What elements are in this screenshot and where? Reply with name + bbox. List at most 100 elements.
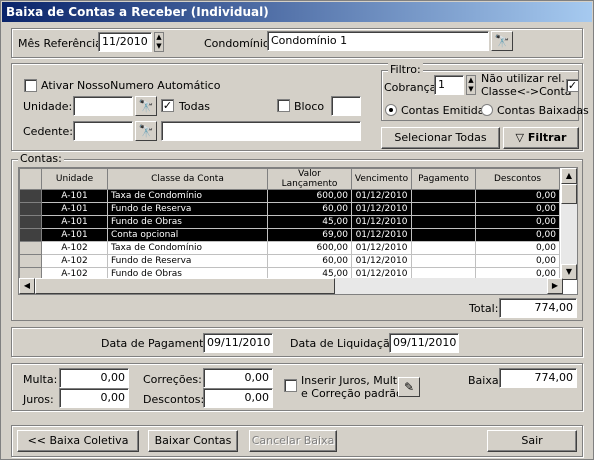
baixa-coletiva-button[interactable]: << Baixa Coletiva [17, 430, 139, 452]
cell-unidade: A-101 [41, 228, 108, 242]
baixadas-radio[interactable] [481, 104, 493, 116]
cell-descontos: 0,00 [475, 228, 560, 242]
selecionar-todas-button[interactable]: Selecionar Todas [381, 127, 500, 149]
contas-grid[interactable]: Unidade Classe da Conta Valor Lançamento… [18, 167, 578, 295]
nao-utilizar-label-1: Não utilizar rel. [481, 72, 565, 85]
row-indicator[interactable] [19, 228, 42, 242]
contas-title: Contas: [18, 152, 64, 165]
mes-spinner[interactable]: ▲ ▼ [154, 32, 164, 52]
cell-descontos: 0,00 [475, 215, 560, 229]
binoculars-icon[interactable]: 🔭 [135, 96, 157, 116]
cobranca-input[interactable]: 1 [434, 75, 464, 95]
data-pagamento-input[interactable]: 09/11/2010 [203, 333, 273, 353]
filtrar-button[interactable]: ▽ Filtrar [503, 127, 579, 149]
baixadas-label: Contas Baixadas [497, 104, 589, 117]
filtro-title: Filtro: [388, 63, 423, 76]
total-label: Total: [469, 302, 499, 315]
cobranca-spinner[interactable]: ▲ ▼ [466, 75, 476, 95]
bloco-label: Bloco [294, 100, 325, 113]
cell-descontos: 0,00 [475, 189, 560, 203]
unidade-input[interactable] [73, 96, 133, 116]
scroll-left-icon[interactable]: ◀ [19, 278, 35, 294]
horizontal-scrollbar[interactable]: ◀ ▶ [19, 278, 563, 294]
cedente-name-input[interactable] [161, 121, 361, 141]
column-header[interactable]: Valor Lançamento [267, 168, 352, 190]
scroll-h-thumb[interactable] [35, 278, 335, 294]
filtrar-label: Filtrar [527, 131, 567, 144]
table-row[interactable]: A-102 Fundo de Reserva 60,00 01/12/2010 0,00 [19, 254, 560, 268]
cell-valor: 69,00 [267, 228, 352, 242]
main-window: Baixa de Contas a Receber (Individual) M… [0, 0, 594, 460]
bloco-checkbox[interactable] [277, 99, 290, 112]
cobranca-label: Cobrança: [384, 81, 441, 94]
table-row[interactable]: A-102Taxa de Condomínio600,0001/12/2010 0… [19, 241, 560, 255]
cell-classe: Fundo de Reserva [107, 254, 268, 268]
descontos-input[interactable]: 0,00 [203, 388, 273, 408]
cell-pagamento [411, 254, 476, 268]
scroll-thumb[interactable] [561, 184, 577, 204]
row-indicator[interactable] [19, 202, 42, 216]
binoculars-icon[interactable]: 🔭 [491, 31, 513, 51]
emitidas-radio[interactable] [385, 104, 397, 116]
window-title: Baixa de Contas a Receber (Individual) [2, 2, 592, 22]
mes-referencia-input[interactable]: 11/2010 [98, 32, 152, 52]
emitidas-label: Contas Emitidas [401, 104, 491, 117]
edit-defaults-icon[interactable]: ✎ [398, 377, 420, 397]
column-header[interactable]: Pagamento [411, 168, 476, 190]
cell-classe: Fundo de Obras [107, 215, 268, 229]
table-row[interactable]: A-101 Taxa de Condomínio 600,00 01/12/2010 0… [19, 189, 560, 203]
row-indicator[interactable] [19, 215, 42, 229]
scroll-up-icon[interactable]: ▲ [561, 168, 577, 184]
row-indicator[interactable] [19, 241, 42, 255]
condominio-label: Condomínio: [204, 37, 274, 50]
cell-unidade: A-101 [41, 202, 108, 216]
nao-utilizar-label-2: Classe<->Conta [481, 85, 572, 98]
inserir-checkbox[interactable] [284, 379, 297, 392]
cell-pagamento [411, 215, 476, 229]
table-row[interactable]: A-101 Fundo de Reserva 60,00 01/12/2010 0,00 [19, 202, 560, 216]
bloco-input[interactable] [331, 96, 361, 116]
juros-input[interactable]: 0,00 [59, 388, 129, 408]
data-liquidacao-input[interactable]: 09/11/2010 [389, 333, 459, 353]
cell-vencimento: 01/12/2010 [351, 254, 412, 268]
todas-label: Todas [179, 100, 211, 113]
cell-descontos: 0,00 [475, 254, 560, 268]
todas-checkbox[interactable]: ✓ [161, 99, 174, 112]
binoculars-icon[interactable]: 🔭 [135, 121, 157, 141]
vertical-scrollbar[interactable]: ▲ ▼ [561, 168, 577, 280]
column-header[interactable]: Vencimento [351, 168, 412, 190]
cell-valor: 60,00 [267, 254, 352, 268]
cell-vencimento: 01/12/2010 [351, 189, 412, 203]
multa-input[interactable]: 0,00 [59, 368, 129, 388]
cell-unidade: A-101 [41, 189, 108, 203]
scroll-down-icon[interactable]: ▼ [561, 264, 577, 280]
column-header[interactable]: Descontos [475, 168, 560, 190]
data-pagamento-label: Data de Pagamento: [101, 337, 214, 350]
baixar-contas-button[interactable]: Baixar Contas [148, 430, 238, 452]
cedente-label: Cedente: [23, 125, 73, 138]
column-header[interactable]: Unidade [41, 168, 108, 190]
nao-utilizar-checkbox[interactable]: ✓ [566, 79, 579, 92]
total-input: 774,00 [499, 298, 577, 318]
scroll-right-icon[interactable]: ▶ [547, 278, 563, 294]
baixa-input[interactable]: 774,00 [499, 368, 577, 388]
data-liquidacao-label: Data de Liquidação: [290, 337, 401, 350]
cell-vencimento: 01/12/2010 [351, 202, 412, 216]
baixa-label: Baixa: [468, 374, 503, 387]
cell-classe: Fundo de Reserva [107, 202, 268, 216]
row-indicator[interactable] [19, 254, 42, 268]
juros-label: Juros: [23, 393, 54, 406]
descontos-label: Descontos: [143, 393, 205, 406]
sair-button[interactable]: Sair [487, 430, 577, 452]
column-header[interactable]: Classe da Conta [107, 168, 268, 190]
table-row[interactable]: A-101 Conta opcional 69,00 01/12/2010 0,00 [19, 228, 560, 242]
condominio-input[interactable]: Condomínio 1 [267, 31, 489, 51]
cell-vencimento: 01/12/2010 [351, 228, 412, 242]
ativar-checkbox[interactable] [24, 79, 37, 92]
cedente-code-input[interactable] [73, 121, 133, 141]
correcoes-input[interactable]: 0,00 [203, 368, 273, 388]
cancelar-baixa-button[interactable]: Cancelar Baixa [249, 430, 337, 452]
row-indicator[interactable] [19, 189, 42, 203]
cell-unidade: A-102 [41, 254, 108, 268]
table-row[interactable]: A-101 Fundo de Obras 45,00 01/12/2010 0,00 [19, 215, 560, 229]
